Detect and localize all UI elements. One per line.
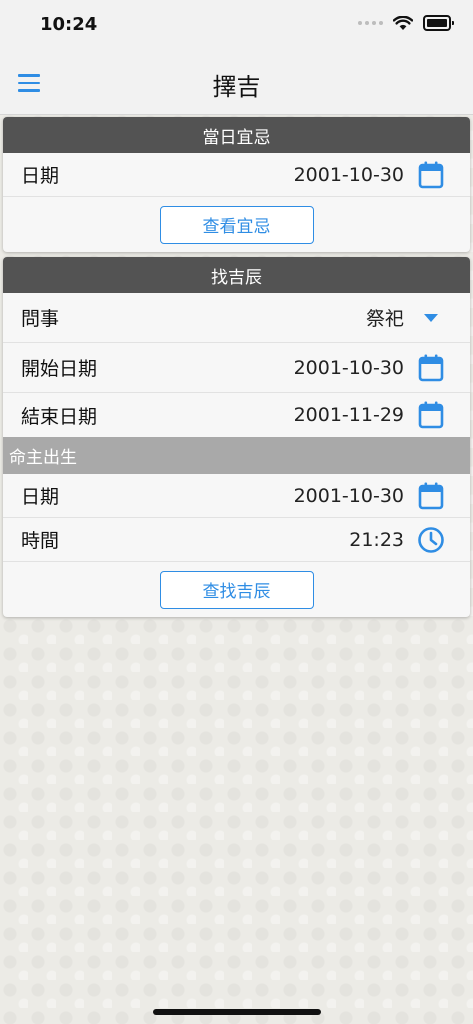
question-row[interactable]: 問事 祭祀 (3, 293, 470, 343)
clock-icon[interactable] (416, 525, 446, 555)
birth-time-value[interactable]: 21:23 (349, 529, 404, 551)
calendar-icon[interactable] (416, 160, 446, 190)
date-value[interactable]: 2001-10-30 (294, 164, 404, 186)
date-label: 日期 (21, 165, 60, 187)
battery-icon (423, 15, 454, 31)
birth-date-value[interactable]: 2001-10-30 (294, 485, 404, 507)
card-title: 當日宜忌 (3, 117, 470, 153)
dropdown-arrow-icon[interactable] (416, 303, 446, 333)
app-header: 擇吉 (0, 52, 473, 115)
birth-date-row[interactable]: 日期 2001-10-30 (3, 474, 470, 518)
cellular-signal-icon (358, 21, 383, 25)
calendar-icon[interactable] (416, 400, 446, 430)
view-daily-fortune-button[interactable]: 查看宜忌 (159, 205, 314, 244)
status-bar: 10:24 (0, 0, 473, 52)
calendar-icon[interactable] (416, 481, 446, 511)
calendar-icon[interactable] (416, 353, 446, 383)
start-date-label: 開始日期 (21, 358, 98, 380)
date-row[interactable]: 日期 2001-10-30 (3, 153, 470, 197)
birth-time-row[interactable]: 時間 21:23 (3, 518, 470, 562)
end-date-label: 結束日期 (21, 405, 98, 428)
question-select[interactable]: 祭祀 (366, 304, 404, 331)
find-auspicious-time-button[interactable]: 查找吉辰 (159, 570, 314, 609)
birth-time-label: 時間 (21, 530, 60, 552)
button-row: 查看宜忌 (3, 197, 470, 252)
status-time: 10:24 (40, 14, 98, 35)
wifi-icon (393, 15, 413, 30)
find-auspicious-time-card: 找吉辰 問事 祭祀 開始日期 2001-10-30 結束日期 2001-11-2… (3, 257, 470, 617)
button-row: 查找吉辰 (3, 562, 470, 617)
home-indicator[interactable] (153, 1009, 321, 1015)
status-indicators (358, 15, 454, 31)
page-title: 擇吉 (212, 73, 261, 101)
start-date-value[interactable]: 2001-10-30 (294, 357, 404, 379)
daily-fortune-card: 當日宜忌 日期 2001-10-30 查看宜忌 (3, 117, 470, 252)
owner-birth-section-header: 命主出生 (3, 437, 470, 474)
end-date-row[interactable]: 結束日期 2001-11-29 (3, 393, 470, 437)
birth-date-label: 日期 (21, 486, 60, 508)
card-title: 找吉辰 (3, 257, 470, 293)
end-date-value[interactable]: 2001-11-29 (294, 404, 404, 426)
question-label: 問事 (21, 308, 60, 330)
start-date-row[interactable]: 開始日期 2001-10-30 (3, 343, 470, 393)
